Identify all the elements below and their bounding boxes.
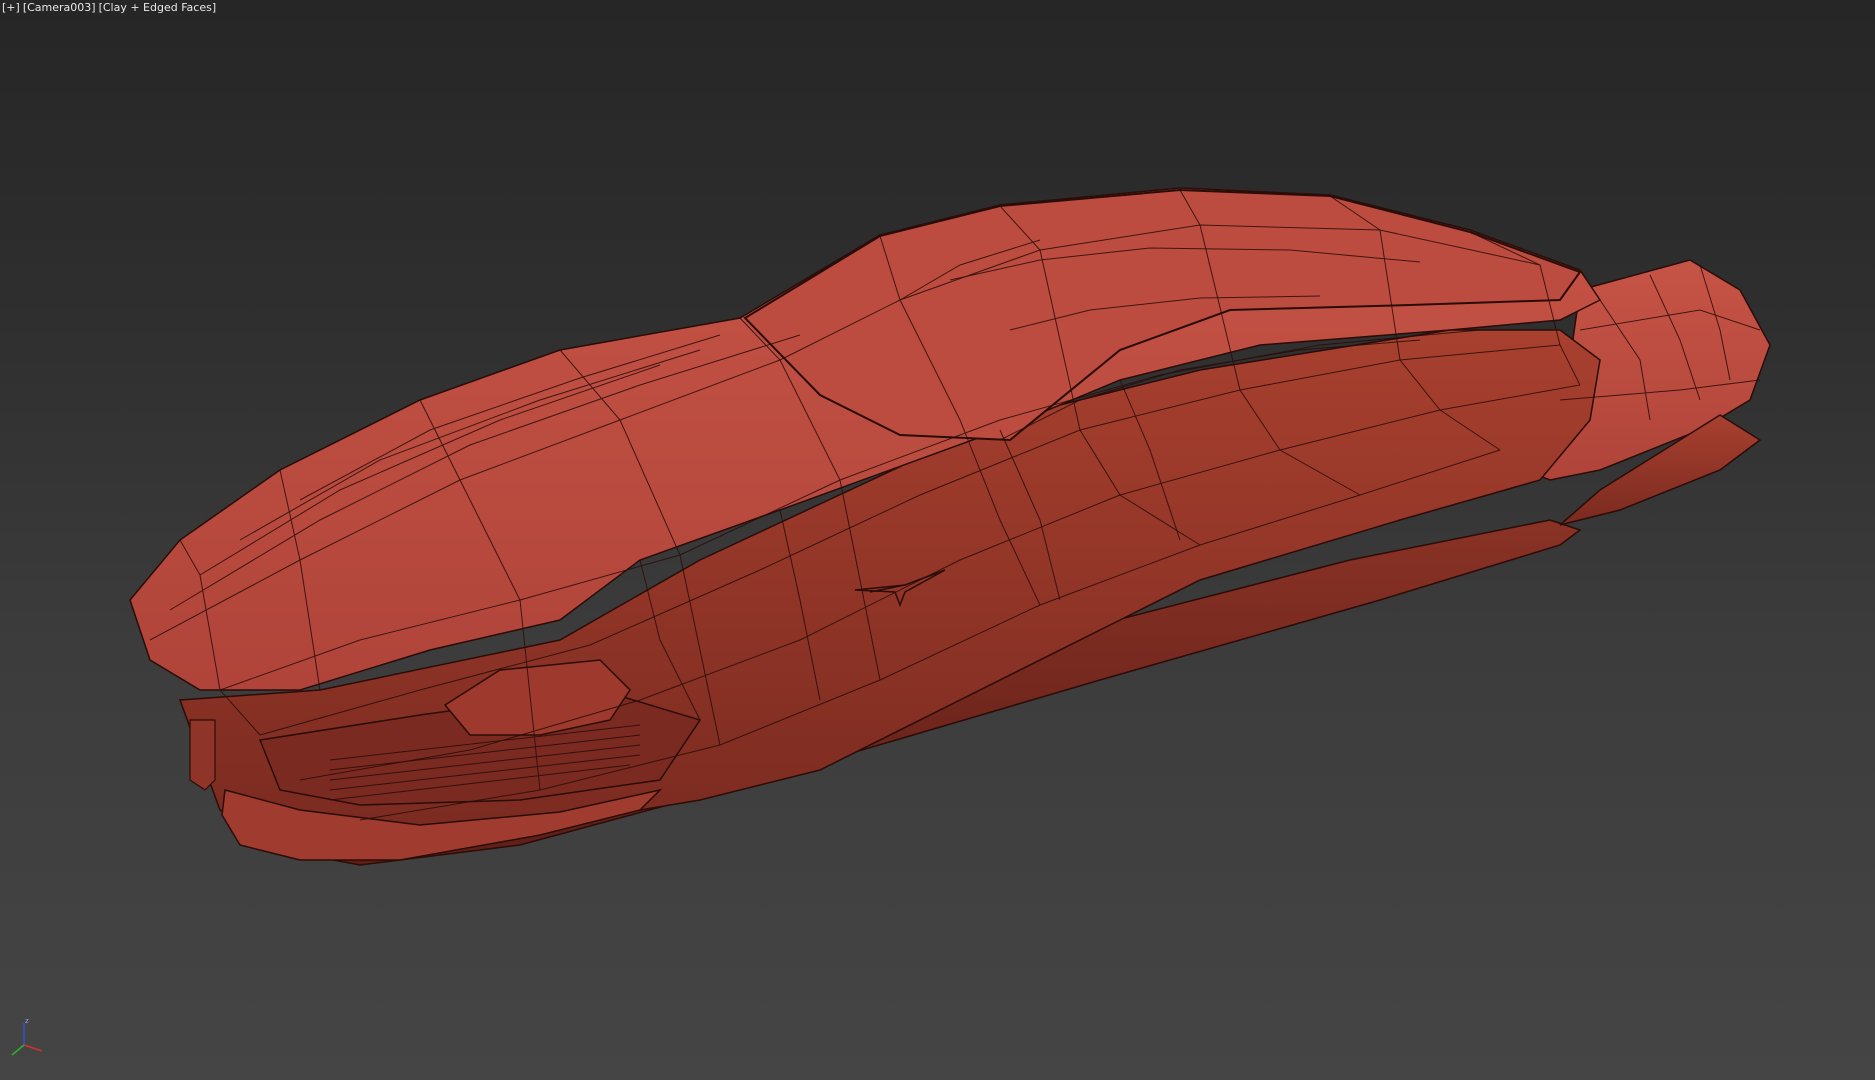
car-model[interactable] — [0, 0, 1875, 1080]
z-axis-label: z — [25, 1017, 29, 1025]
front-chin — [189, 719, 216, 791]
axis-gizmo-icon: z — [11, 1017, 43, 1056]
3d-viewport[interactable]: [+] [Camera003] [Clay + Edged Faces] z — [0, 0, 1875, 1080]
